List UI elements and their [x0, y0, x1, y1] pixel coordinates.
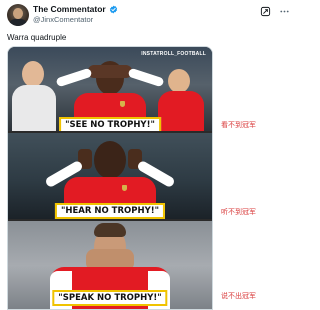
- player-right-jersey: [158, 91, 204, 131]
- side-note-hear: 听不到冠军: [221, 208, 256, 216]
- club-crest: [122, 185, 127, 191]
- author-avatar[interactable]: [7, 4, 29, 26]
- grok-icon[interactable]: [260, 6, 271, 17]
- player-right-head: [168, 69, 190, 93]
- avatar-shirt: [9, 19, 27, 26]
- player-center-arm-left: [55, 67, 93, 88]
- side-note-see: 看不到冠军: [221, 121, 256, 129]
- tweet-top-actions: [260, 6, 290, 17]
- side-note-speak: 说不出冠军: [221, 292, 256, 300]
- player-left-head: [22, 61, 44, 87]
- meme-panel-speak: "SPEAK NO TROPHY!": [8, 221, 212, 309]
- meme-watermark: INSTATROLL_FOOTBALL: [141, 51, 206, 57]
- player-center-arm-right: [127, 67, 165, 88]
- club-crest: [120, 101, 125, 107]
- author-name-row: The Commentator: [33, 4, 118, 15]
- meme-panel-see: INSTATROLL_FOOTBALL "SEE NO TROPHY!": [8, 47, 212, 131]
- tweet-media-image[interactable]: INSTATROLL_FOOTBALL "SEE NO TROPHY!" "HE…: [7, 46, 213, 310]
- tweet-text: Warra quadruple: [7, 33, 67, 42]
- meme-caption-see: "SEE NO TROPHY!": [59, 117, 161, 131]
- player-hear-head: [94, 141, 126, 179]
- player-left-jersey: [12, 85, 56, 131]
- meme-panel-hear: "HEAR NO TROPHY!": [8, 133, 212, 219]
- meme-caption-speak: "SPEAK NO TROPHY!": [52, 290, 168, 306]
- meme-caption-hear: "HEAR NO TROPHY!": [54, 203, 166, 219]
- more-options-icon[interactable]: [279, 6, 290, 17]
- player-center-hands: [88, 65, 132, 78]
- tweet-card: The Commentator @JinxComentator Warra qu…: [0, 0, 299, 310]
- player-speak-hair: [94, 223, 126, 237]
- author-handle[interactable]: @JinxComentator: [33, 15, 93, 25]
- author-display-name[interactable]: The Commentator: [33, 4, 106, 15]
- avatar-face: [13, 8, 23, 19]
- verified-badge-icon: [109, 5, 117, 14]
